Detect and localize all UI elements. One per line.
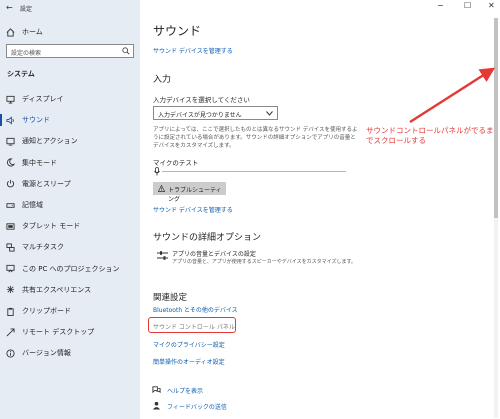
clipboard-icon [6,307,15,316]
sidebar-item[interactable]: この PC へのプロジェクション [0,259,140,279]
get-help-link[interactable]: ヘルプを表示 [167,386,203,395]
sidebar-section-title: システム [7,70,35,78]
sidebar-item-label: ホーム [22,28,43,36]
sidebar-item[interactable]: 通知とアクション [0,131,140,151]
chevron-down-icon [266,111,273,116]
bluetooth-devices-link[interactable]: Bluetooth とその他のデバイス [153,305,238,314]
sidebar-item[interactable]: マルチタスク [0,237,140,257]
display-icon [6,95,15,104]
mic-privacy-settings-link[interactable]: マイクのプライバシー設定 [153,340,225,349]
sidebar-item[interactable]: 電源とスリープ [0,174,140,194]
search-icon[interactable] [122,47,130,55]
manage-sound-devices-link[interactable]: サウンド デバイスを管理する [153,46,233,55]
input-device-value: 入力デバイスが見つかりません [158,112,242,119]
send-feedback-link[interactable]: フィードバックの送信 [167,402,227,411]
sound-control-panel-link[interactable]: サウンド コントロール パネル [153,322,235,331]
input-section-heading: 入力 [153,75,172,85]
related-settings-heading: 関連設定 [153,293,188,303]
sidebar-item[interactable]: クリップボード [0,301,140,321]
remote-icon [6,328,15,337]
feedback-icon [152,401,161,410]
advanced-section-heading: サウンドの詳細オプション [153,233,262,243]
info-icon [6,349,15,358]
sidebar-item-label: クリップボード [22,307,71,315]
app-volume-title: アプリの音量とデバイスの設定 [172,251,256,258]
sidebar-item-label: マルチタスク [22,243,64,252]
sidebar-item[interactable]: サウンド [0,110,140,130]
home-icon [6,27,15,37]
sidebar-item-label: 集中モード [22,158,57,167]
sidebar-item[interactable]: 集中モード [0,153,140,173]
minimize-button[interactable]: − [437,1,444,10]
input-device-select[interactable]: 入力デバイスが見つかりません [153,106,278,120]
notification-icon [6,137,15,146]
troubleshoot-button[interactable]: トラブルシューティング [153,182,226,203]
sidebar-item-label: この PC へのプロジェクション [22,264,120,273]
sidebar-item[interactable]: バージョン情報 [0,343,140,363]
back-icon[interactable]: ← [6,3,13,12]
search-input[interactable]: 設定の検索 [6,44,134,58]
mic-test-label: マイクのテスト [153,159,199,167]
sidebar: ← 設定 ホーム 設定の検索 システム ディスプレイ サウンド通知とアクション 集中… [0,0,140,419]
sidebar-item-label: リモート デスクトップ [22,328,95,337]
sidebar-item-home[interactable]: ホーム [0,22,140,42]
troubleshoot-button-label: トラブルシューティング [168,187,222,203]
sidebar-item-label: バージョン情報 [22,349,71,358]
sidebar-item[interactable]: タブレット モード [0,216,140,236]
input-device-label: 入力デバイスを選択してください [153,96,250,104]
multitask-icon [6,243,15,252]
sidebar-item-label: 記憶域 [22,201,43,209]
app-volume-icon [157,250,168,261]
sidebar-item-label: 電源とスリープ [22,179,71,188]
sidebar-item[interactable]: 共有エクスペリエンス [0,280,140,300]
tablet-icon [6,222,15,231]
storage-icon [6,201,15,210]
annotation-text: サウンドコントロールパネルがでるまでスクロールする [366,126,494,145]
close-button[interactable]: ✕ [488,1,495,10]
help-icon [152,385,161,394]
maximize-button[interactable]: ☐ [464,1,471,10]
window-title: 設定 [20,6,33,13]
input-description: アプリによっては、ここで選択したものとは異なるサウンド デバイスを使用するように… [153,127,358,149]
microphone-icon [154,167,160,176]
mic-level-meter [162,171,346,172]
power-icon [6,179,15,188]
sidebar-item-label: タブレット モード [22,222,81,231]
sidebar-item-label: サウンド [22,116,50,125]
app-volume-settings[interactable]: アプリの音量とデバイスの設定 アプリの音量と、アプリが使用するスピーカーやデバイ… [153,247,356,271]
sidebar-item[interactable]: ディスプレイ [0,89,140,109]
sidebar-item-label: ディスプレイ [22,95,64,103]
warning-icon [158,185,165,192]
sidebar-item[interactable]: リモート デスクトップ [0,322,140,342]
shared-icon [6,285,15,294]
sidebar-item[interactable]: 記憶域 [0,195,140,215]
sidebar-item-label: 通知とアクション [22,137,78,146]
app-volume-description: アプリの音量と、アプリが使用するスピーカーやデバイスをカスタマイズします。 [172,259,357,265]
red-arrow-annotation [409,67,496,124]
page-title: サウンド [153,24,202,38]
manage-sound-devices-link-2[interactable]: サウンド デバイスを管理する [153,205,233,214]
moon-icon [6,158,15,167]
speaker-icon [6,116,15,125]
sidebar-item-label: 共有エクスペリエンス [22,285,92,294]
ease-of-access-audio-link[interactable]: 簡単操作のオーディオ設定 [153,357,225,366]
search-placeholder: 設定の検索 [11,50,42,57]
projection-icon [6,264,15,273]
